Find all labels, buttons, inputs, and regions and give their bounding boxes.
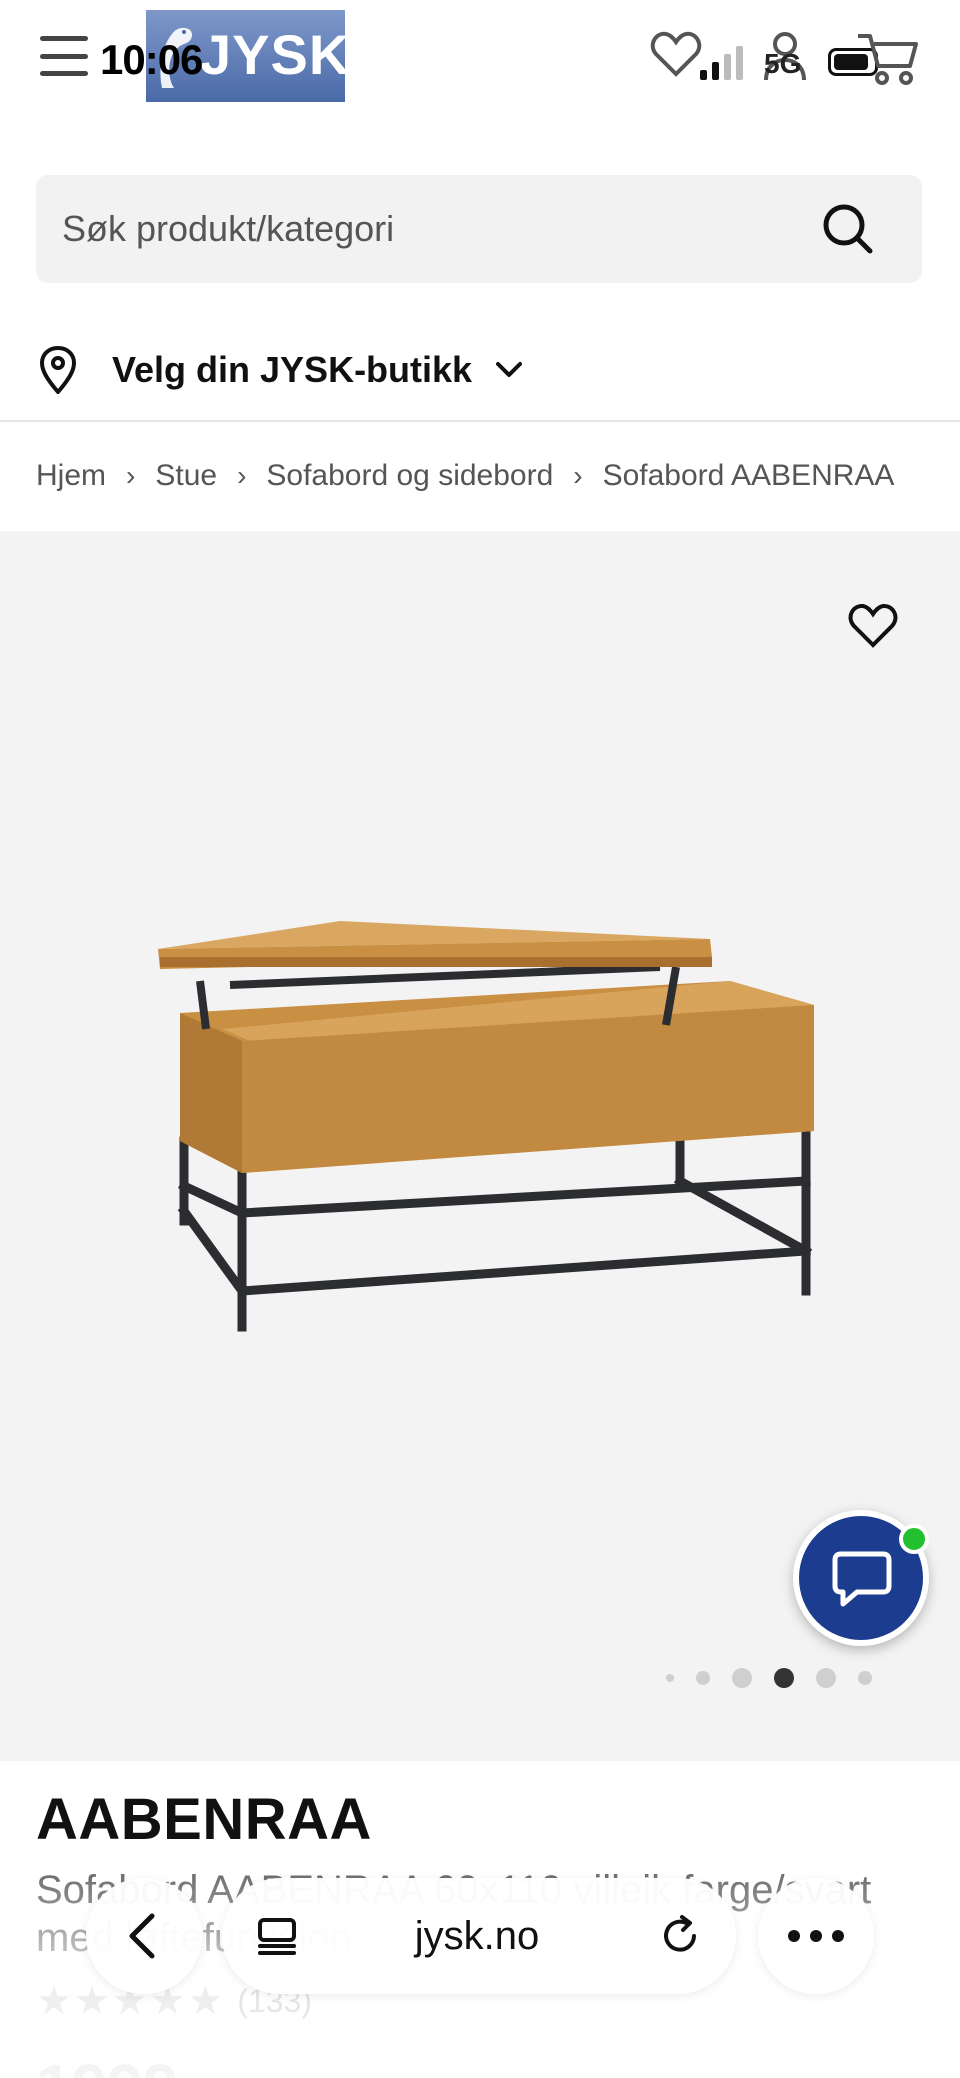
search-icon[interactable]	[820, 201, 876, 257]
store-selector-label: Velg din JYSK-butikk	[112, 349, 473, 390]
site-header: JYSK 10:06 5G	[0, 0, 960, 130]
breadcrumb-item-product: Sofabord AABENRAA	[602, 459, 895, 492]
store-selector[interactable]: Velg din JYSK-butikk	[36, 340, 524, 400]
status-time: 10:06	[100, 36, 203, 83]
gallery-dot-active[interactable]	[774, 1668, 794, 1688]
divider	[0, 420, 960, 422]
chat-button[interactable]	[793, 1510, 929, 1646]
chat-bubble-icon	[832, 1551, 892, 1607]
chevron-right-icon: ›	[573, 460, 583, 491]
more-options-button[interactable]	[758, 1878, 874, 1994]
product-title: AABENRAA	[36, 1787, 372, 1852]
cart-icon[interactable]	[856, 30, 920, 86]
network-type: 5G	[764, 48, 802, 79]
gallery-dot[interactable]	[816, 1668, 836, 1688]
chevron-down-icon	[496, 362, 523, 377]
gallery-dot[interactable]	[696, 1671, 710, 1685]
chevron-right-icon: ›	[237, 460, 247, 491]
menu-icon[interactable]	[40, 36, 88, 76]
location-pin-icon	[39, 346, 77, 394]
reload-icon[interactable]	[658, 1914, 702, 1958]
breadcrumb-item-category[interactable]: Sofabord og sidebord	[266, 459, 553, 493]
gallery-dot[interactable]	[666, 1674, 674, 1682]
wishlist-heart-icon[interactable]	[650, 30, 702, 78]
gallery-dot[interactable]	[858, 1671, 872, 1685]
add-to-wishlist-heart-icon[interactable]	[846, 601, 900, 651]
url-text: jysk.no	[414, 1914, 540, 1958]
breadcrumb: Hjem › Stue › Sofabord og sidebord › Sof…	[36, 456, 894, 496]
more-dots-icon	[788, 1930, 844, 1942]
back-button[interactable]	[86, 1878, 202, 1994]
search-input[interactable]	[62, 207, 822, 251]
product-gallery[interactable]	[0, 531, 960, 1761]
address-bar[interactable]: jysk.no	[222, 1878, 736, 1994]
chevron-left-icon	[129, 1913, 155, 1959]
gallery-pagination	[666, 1668, 894, 1688]
product-image	[158, 921, 814, 1332]
product-price: 1999	[36, 2050, 178, 2078]
breadcrumb-item-stue[interactable]: Stue	[155, 459, 217, 493]
gallery-dot[interactable]	[732, 1668, 752, 1688]
cellular-signal-icon	[700, 46, 743, 80]
search-bar	[36, 175, 922, 283]
logo-text: JYSK	[200, 23, 351, 86]
tabs-icon[interactable]	[256, 1916, 298, 1956]
breadcrumb-item-home[interactable]: Hjem	[36, 459, 106, 493]
online-status-dot	[899, 1524, 929, 1554]
chevron-right-icon: ›	[126, 460, 136, 491]
